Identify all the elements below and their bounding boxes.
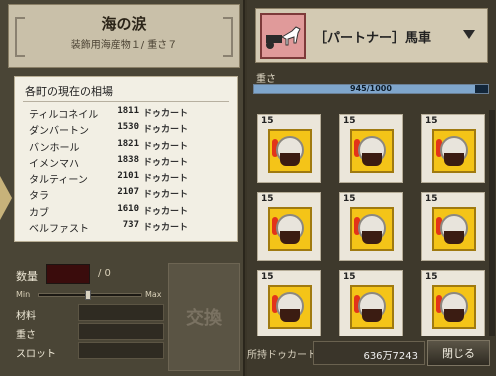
town-name: タラ [29,191,49,203]
currency-label: ドゥカート [143,141,189,152]
town-name: タルティーン [29,175,88,187]
slot-quantity: 15 [343,272,356,282]
weight-field [78,323,164,340]
currency-label: ドゥカート [143,174,189,185]
town-price: 2107 [117,187,139,198]
slot-field [78,342,164,359]
market-row: カブ 1610 ドゥカート [29,203,229,219]
market-row: バンホール 1821 ドゥカート [29,138,229,154]
item-name: 海の涙 [101,15,147,33]
town-price: 737 [122,220,139,231]
slot-quantity: 15 [261,116,274,126]
tears-of-sea-icon [350,285,394,329]
divider [23,101,229,102]
weight-field-label: 重さ [16,330,36,341]
inventory-slot[interactable]: 15 [257,192,321,261]
town-price: 1838 [117,154,139,165]
currency-label: ドゥカート [143,223,189,234]
slider-min-label: Min [16,290,31,299]
slider-max-label: Max [145,290,162,299]
money-label: 所持ドゥカート [247,350,317,361]
tears-of-sea-icon [432,129,476,173]
expand-arrow-icon[interactable] [0,176,12,220]
tears-of-sea-icon [350,129,394,173]
market-row: ダンバートン 1530 ドゥカート [29,121,229,137]
slot-quantity: 15 [425,116,438,126]
close-button[interactable]: 閉じる [427,340,490,366]
slot-quantity: 15 [261,194,274,204]
town-name: バンホール [29,142,80,154]
town-price: 2101 [117,171,139,182]
exchange-button[interactable]: 交換 [168,263,240,371]
market-price-list: 各町の現在の相場 ティルコネイル 1811 ドゥカート ダンバートン 1530 ドゥカート… [14,76,238,242]
material-field [78,304,164,321]
town-name: ダンバートン [29,126,89,138]
horse-cart-icon [260,13,306,59]
item-header: 海の涙 装飾用海産物１/ 重さ７ [8,4,240,68]
slider-knob[interactable] [84,290,91,300]
inventory-slot[interactable]: 15 [339,270,403,336]
partner-selector[interactable]: ［パートナー］馬車 [255,8,488,63]
tears-of-sea-icon [268,285,312,329]
money-value: 636万7243 [313,341,425,365]
tears-of-sea-icon [268,207,312,251]
slot-quantity: 15 [425,272,438,282]
market-row: タラ 2107 ドゥカート [29,186,229,202]
partner-name: ［パートナー］馬車 [314,31,432,46]
market-row: イメンマハ 1838 ドゥカート [29,154,229,170]
town-price: 1530 [117,122,139,133]
inventory-slot[interactable]: 15 [339,192,403,261]
tears-of-sea-icon [432,207,476,251]
town-name: カブ [29,207,49,219]
inventory-scrollbar[interactable] [489,110,495,336]
town-name: ティルコネイル [29,110,99,121]
slot-quantity: 15 [343,194,356,204]
inventory-slot[interactable]: 15 [421,114,485,183]
inventory-panel: ［パートナー］馬車 重さ 945/1000 15 15 15 15 15 15 15 15 15… [247,0,496,376]
inventory-slot[interactable]: 15 [339,114,403,183]
currency-label: ドゥカート [143,190,189,201]
inventory-slot[interactable]: 15 [257,270,321,336]
tears-of-sea-icon [432,285,476,329]
slot-quantity: 15 [425,194,438,204]
dropdown-arrow-icon[interactable] [463,30,475,39]
weight-bar: 945/1000 [253,84,489,94]
market-row: ベルファスト 737 ドゥカート [29,219,229,235]
market-title: 各町の現在の相場 [25,85,113,98]
currency-label: ドゥカート [143,109,189,119]
tears-of-sea-icon [268,129,312,173]
weight-label: 重さ [256,74,276,85]
slot-quantity: 15 [261,272,274,282]
currency-label: ドゥカート [143,157,189,168]
weight-text: 945/1000 [350,84,392,93]
inventory-slot[interactable]: 15 [421,270,485,336]
town-price: 1811 [117,106,139,116]
town-price: 1821 [117,138,139,149]
town-price: 1610 [117,203,139,214]
quantity-max: / 0 [98,268,111,279]
slot-quantity: 15 [343,116,356,126]
quantity-label: 数量 [16,270,38,283]
market-row: タルティーン 2101 ドゥカート [29,170,229,186]
slot-label: スロット [16,349,56,360]
quantity-slider[interactable] [38,290,142,300]
material-label: 材料 [16,311,36,322]
trade-panel: 海の涙 装飾用海産物１/ 重さ７ 各町の現在の相場 ティルコネイル 1811 ドゥカ… [0,0,245,376]
town-name: イメンマハ [29,158,79,170]
inventory-slot[interactable]: 15 [421,192,485,261]
quantity-input[interactable] [46,264,90,284]
tears-of-sea-icon [350,207,394,251]
inventory-grid: 15 15 15 15 15 15 15 15 15 [253,110,493,336]
currency-label: ドゥカート [143,125,189,136]
item-subtitle: 装飾用海産物１/ 重さ７ [70,40,178,51]
market-rows: ティルコネイル 1811 ドゥカート ダンバートン 1530 ドゥカート バンホール 1821… [29,105,229,235]
town-name: ベルファスト [29,224,89,236]
currency-label: ドゥカート [143,206,189,217]
inventory-slot[interactable]: 15 [257,114,321,183]
market-row: ティルコネイル 1811 ドゥカート [29,105,229,121]
